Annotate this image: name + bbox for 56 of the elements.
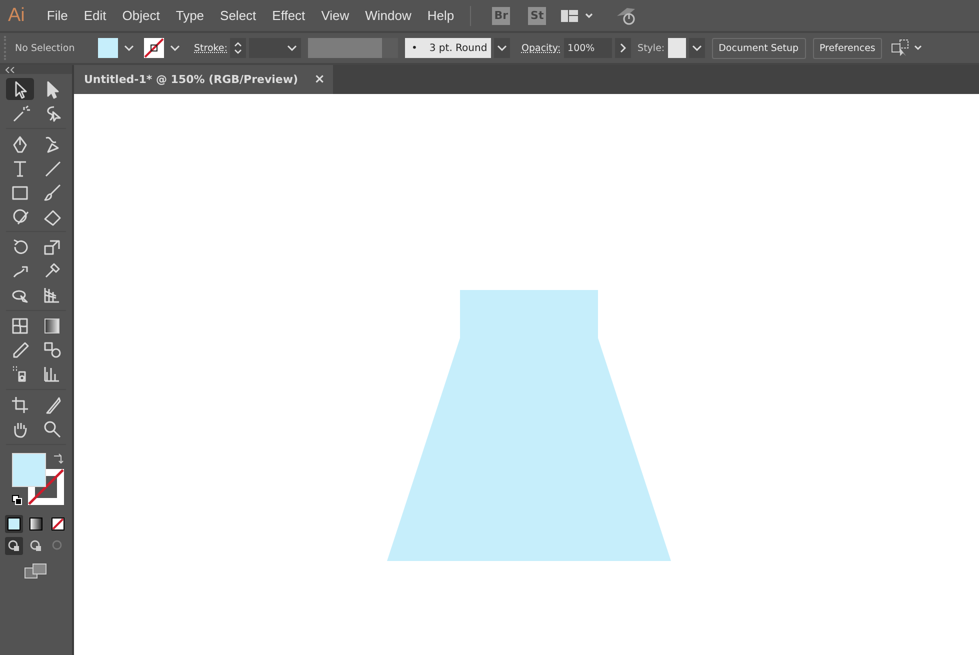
opacity-label[interactable]: Opacity: xyxy=(521,42,561,54)
color-swatch-icon xyxy=(7,517,21,531)
menu-item[interactable]: Effect xyxy=(264,8,314,23)
opacity-field[interactable]: 100% xyxy=(564,38,612,58)
menu-item[interactable]: Type xyxy=(168,8,212,23)
menu-item[interactable]: Help xyxy=(419,8,462,23)
none-swatch-icon xyxy=(51,517,65,531)
chevron-down-icon xyxy=(497,45,508,51)
chevron-right-icon xyxy=(620,43,626,53)
toolbar-button[interactable]: Document Setup xyxy=(712,38,806,58)
zoom-icon xyxy=(42,419,62,439)
artboard-icon xyxy=(10,395,30,415)
paintbrush-icon xyxy=(42,182,62,202)
style-dropdown[interactable] xyxy=(688,38,705,58)
chevron-down-icon xyxy=(124,45,134,51)
default-colors-icon[interactable] xyxy=(12,495,22,505)
menu-item[interactable]: Edit xyxy=(76,8,114,23)
selection-status: No Selection xyxy=(14,42,76,54)
gradient-mode-button[interactable] xyxy=(27,515,45,533)
menu-item[interactable]: View xyxy=(313,8,358,23)
brush-definition-field[interactable]: • 3 pt. Round xyxy=(405,38,492,58)
chevron-down-icon xyxy=(692,45,702,51)
screen-mode-icon[interactable] xyxy=(24,563,48,579)
graphic-style-swatch[interactable] xyxy=(668,38,686,58)
style-label: Style: xyxy=(638,42,665,54)
menu-item[interactable]: File xyxy=(38,8,76,23)
fill-color-box[interactable] xyxy=(12,453,46,487)
fill-swatch[interactable] xyxy=(98,38,118,58)
graph-icon xyxy=(42,364,62,384)
none-mode-button[interactable] xyxy=(49,515,67,533)
mesh-icon xyxy=(10,316,30,336)
chevron-down-icon xyxy=(287,45,298,51)
document-tab[interactable]: Untitled-1* @ 150% (RGB/Preview) × xyxy=(74,65,333,94)
stroke-none-swatch[interactable] xyxy=(144,38,164,58)
drawing-mode-button[interactable] xyxy=(5,537,23,555)
perspective-icon xyxy=(42,285,62,305)
opacity-slider-toggle[interactable] xyxy=(614,38,631,58)
sync-status-icon[interactable] xyxy=(615,6,638,26)
stroke-spinner[interactable] xyxy=(230,38,246,58)
gradient-swatch-icon xyxy=(29,517,43,531)
stroke-label[interactable]: Stroke: xyxy=(194,42,228,54)
stroke-weight-field[interactable] xyxy=(249,38,302,58)
chevron-down-icon xyxy=(170,45,180,51)
collapse-panel-icon[interactable] xyxy=(5,66,15,72)
blend-icon xyxy=(42,340,62,360)
close-tab-button[interactable]: × xyxy=(314,72,325,87)
up-down-arrows-icon xyxy=(233,40,244,56)
gradient-icon xyxy=(42,316,62,336)
menu-item[interactable]: Select xyxy=(212,8,264,23)
brush-dropdown[interactable] xyxy=(494,38,510,58)
swap-colors-icon[interactable] xyxy=(52,453,64,465)
menu-item[interactable]: Window xyxy=(357,8,420,23)
toolbar-button[interactable]: Preferences xyxy=(812,38,882,58)
menu-item[interactable]: Object xyxy=(114,8,168,23)
selection-tool[interactable] xyxy=(6,78,34,100)
color-mode-button[interactable] xyxy=(5,515,23,533)
